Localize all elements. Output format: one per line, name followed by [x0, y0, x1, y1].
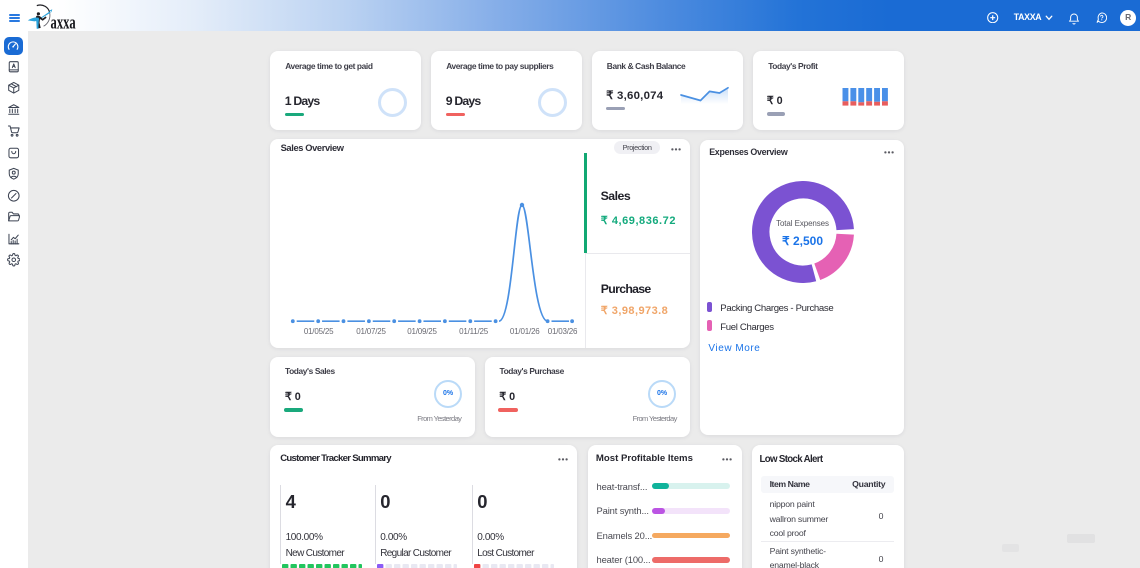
svg-text:01/09/25: 01/09/25	[407, 327, 437, 336]
svg-text:01/05/25: 01/05/25	[304, 327, 334, 336]
svg-text:01/03/26: 01/03/26	[548, 327, 578, 336]
svg-text:01/01/26: 01/01/26	[510, 327, 540, 336]
svg-text:01/07/25: 01/07/25	[356, 327, 386, 336]
svg-text:01/11/25: 01/11/25	[459, 327, 489, 336]
svg-text:axxa: axxa	[51, 13, 76, 30]
